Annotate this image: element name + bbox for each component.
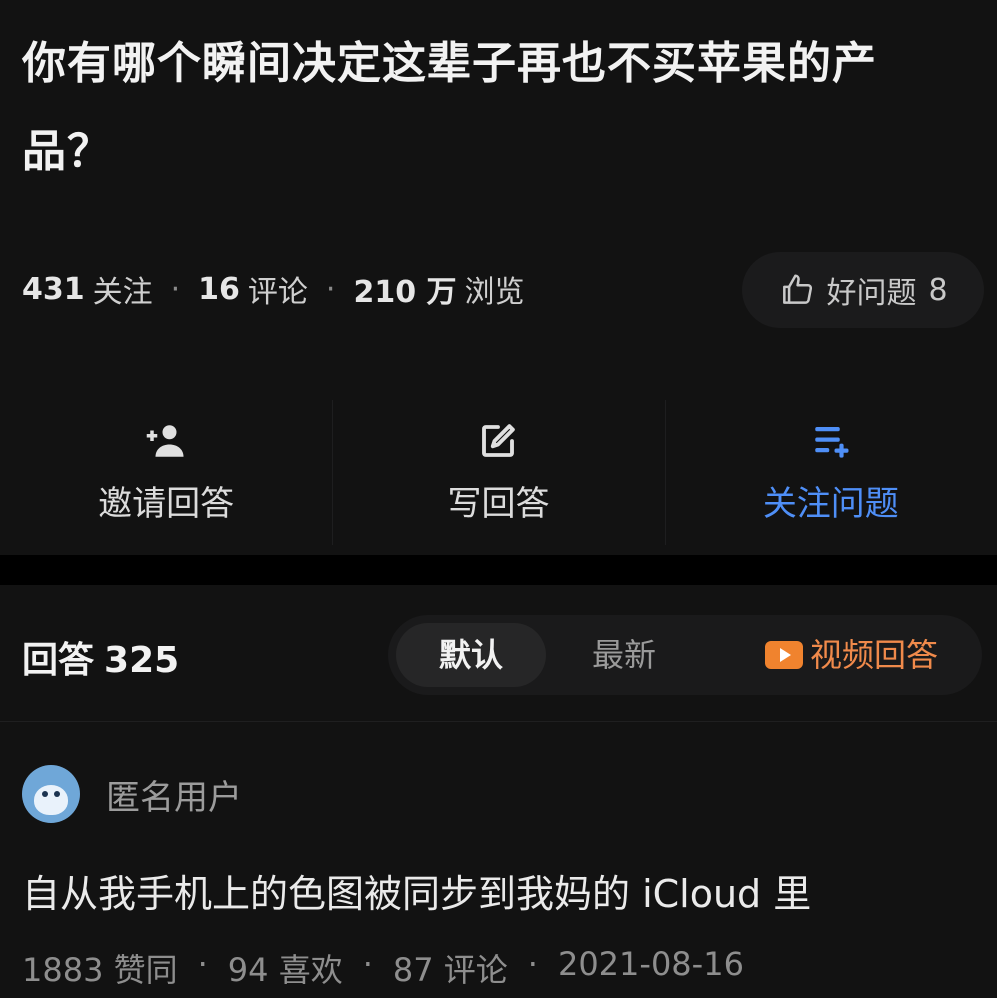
comments-label[interactable]: 评论: [248, 267, 308, 311]
question-title[interactable]: 你有哪个瞬间决定这辈子再也不买苹果的产品？: [22, 20, 962, 196]
follow-question-label: 关注问题: [762, 484, 899, 524]
question-actions: 邀请回答 写回答 关注问题: [0, 390, 997, 555]
avatar-eye: [42, 791, 48, 797]
zhihu-question-page: 你有哪个瞬间决定这辈子再也不买苹果的产品？ 431 关注 · 16 评论 · 2…: [0, 0, 997, 998]
comments-count: 87 评论: [392, 951, 508, 989]
favorites-count: 94 喜欢: [227, 951, 343, 989]
answers-count: 325: [104, 640, 180, 681]
question-stats: 431 关注 · 16 评论 · 210 万 浏览: [22, 266, 525, 312]
thumbs-up-icon: [783, 274, 813, 304]
tab-default[interactable]: 默认: [396, 623, 546, 687]
good-question-button[interactable]: 好问题 8: [742, 252, 984, 328]
write-answer-button[interactable]: 写回答: [332, 390, 664, 555]
edit-icon: [482, 424, 516, 457]
follows-count: 431: [22, 271, 85, 307]
section-gap: [0, 555, 997, 585]
separator-dot: ·: [362, 945, 373, 983]
question-header: 你有哪个瞬间决定这辈子再也不买苹果的产品？ 431 关注 · 16 评论 · 2…: [0, 0, 997, 555]
separator-dot: ·: [197, 945, 208, 983]
answers-section: 回答 325 默认 最新 视频回答 匿名用户 自从我手机上的色图被同步到我妈的 i…: [0, 585, 997, 998]
sort-tabs: 默认 最新 视频回答: [388, 615, 982, 695]
avatar[interactable]: [22, 765, 80, 823]
good-question-count: 8: [928, 272, 948, 308]
invite-answer-button[interactable]: 邀请回答: [0, 390, 332, 555]
add-list-icon: [815, 427, 849, 458]
avatar-face: [34, 785, 68, 815]
follow-question-button[interactable]: 关注问题: [664, 390, 997, 555]
separator-dot: ·: [527, 945, 538, 983]
follows-label: 关注: [92, 275, 153, 310]
views-count: 210 万: [353, 275, 457, 310]
answer-excerpt[interactable]: 自从我手机上的色图被同步到我妈的 iCloud 里: [22, 863, 811, 918]
likes-count: 1883 赞同: [22, 951, 178, 989]
comments-count[interactable]: 16: [198, 272, 240, 307]
author-name[interactable]: 匿名用户: [106, 770, 242, 819]
answers-label: 回答: [22, 640, 95, 681]
invite-answer-label: 邀请回答: [98, 484, 235, 524]
play-video-icon: [764, 641, 803, 669]
avatar-eye: [54, 791, 60, 797]
video-answers-label: 视频回答: [809, 636, 938, 674]
answer-author[interactable]: 匿名用户: [22, 765, 242, 823]
answer-meta: 1883 赞同 · 94 喜欢 · 87 评论 · 2021-08-16: [22, 945, 744, 991]
answers-header: 回答 325: [22, 631, 179, 683]
good-question-label: 好问题: [826, 276, 917, 311]
views-label: 浏览: [464, 275, 525, 310]
separator-dot: ·: [325, 271, 336, 307]
separator-dot: ·: [170, 271, 181, 307]
add-person-icon: [146, 425, 184, 457]
tab-latest[interactable]: 最新: [564, 623, 684, 687]
answer-date: 2021-08-16: [557, 945, 744, 983]
divider: [0, 721, 997, 722]
write-answer-label: 写回答: [447, 484, 550, 524]
tab-video-answers[interactable]: 视频回答: [744, 623, 958, 687]
